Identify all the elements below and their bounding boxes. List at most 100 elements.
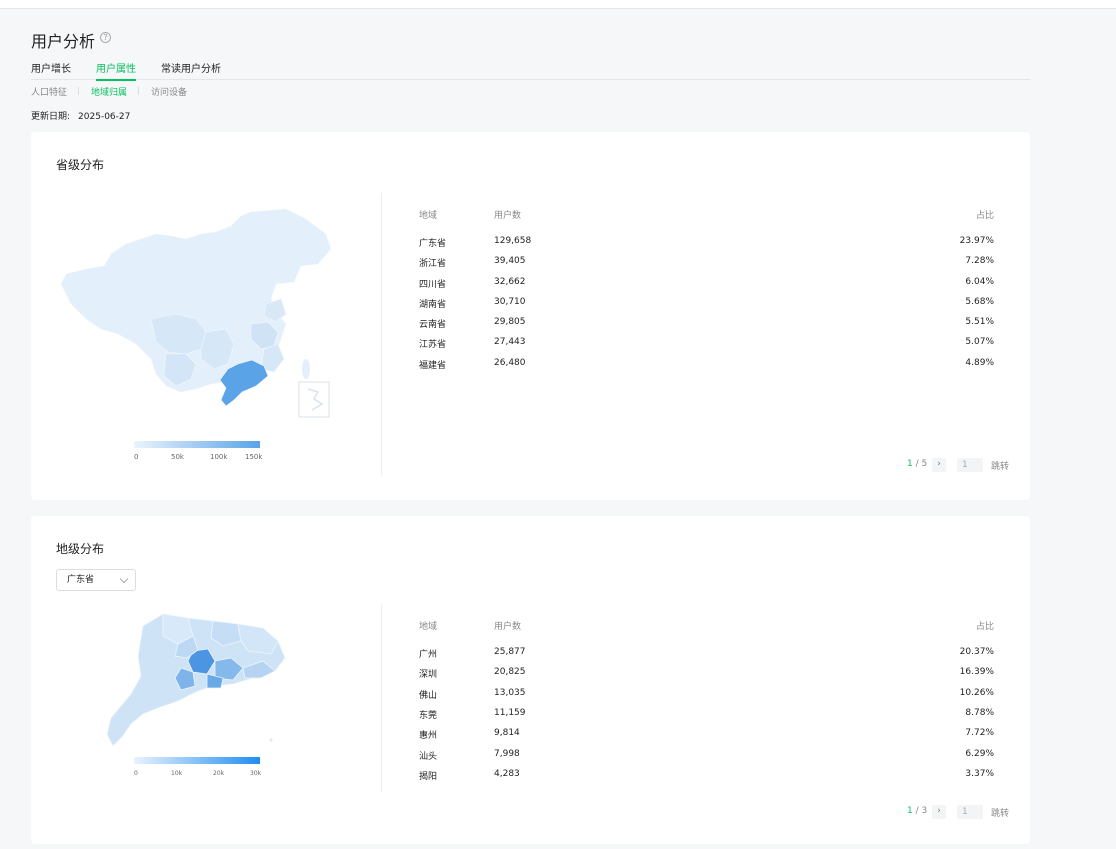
city-title: 地级分布 [56, 542, 105, 556]
table-row: 惠州 9,814 7.72% [419, 728, 994, 742]
next-page-button[interactable]: › [932, 458, 946, 472]
pct-cell: 23.97% [959, 236, 994, 246]
region-cell: 江苏省 [419, 340, 447, 350]
users-cell: 32,662 [494, 277, 526, 287]
region-cell: 佛山 [419, 691, 438, 701]
region-cell: 惠州 [419, 731, 438, 741]
city-legend-label: 0 [134, 770, 138, 777]
col-pct-header: 占比 [975, 622, 994, 632]
tab-user-growth[interactable]: 用户增长 [31, 60, 71, 80]
col-region-header: 地域 [419, 622, 438, 632]
table-row: 广州 25,877 20.37% [419, 647, 994, 661]
col-region-header: 地域 [419, 211, 438, 221]
pct-cell: 10.26% [959, 688, 994, 698]
table-row: 广东省 129,658 23.97% [419, 236, 994, 250]
china-map [60, 208, 332, 418]
current-page: 1 [907, 806, 913, 816]
page-title: 用户分析 [31, 32, 96, 51]
city-card: 地级分布 广东省 0 10k 20k 30k 地域 用户数 占比 广州 25,87… [31, 516, 1030, 844]
pct-cell: 16.39% [959, 667, 994, 677]
region-cell: 福建省 [419, 361, 447, 371]
users-cell: 27,443 [494, 337, 526, 347]
jump-button[interactable]: 跳转 [991, 459, 1009, 472]
users-cell: 26,480 [494, 358, 526, 368]
pct-cell: 8.78% [965, 708, 994, 718]
col-pct-header: 占比 [975, 211, 994, 221]
table-row: 湖南省 30,710 5.68% [419, 297, 994, 311]
users-cell: 30,710 [494, 297, 526, 307]
region-cell: 揭阳 [419, 772, 438, 782]
page-jump-input[interactable]: 1 [957, 805, 983, 819]
top-divider [0, 8, 1116, 9]
col-users-header: 用户数 [494, 211, 522, 221]
help-icon[interactable]: ? [100, 32, 111, 43]
pct-cell: 5.68% [965, 297, 994, 307]
table-row: 揭阳 4,283 3.37% [419, 769, 994, 783]
province-divider [381, 193, 382, 476]
province-legend-label: 50k [171, 453, 184, 461]
current-page: 1 [907, 459, 913, 469]
region-cell: 广东省 [419, 239, 447, 249]
province-select-value: 广东省 [67, 575, 95, 585]
subtab-divider [78, 87, 79, 95]
col-users-header: 用户数 [494, 622, 522, 632]
pct-cell: 20.37% [959, 647, 994, 657]
total-pages: 3 [921, 806, 928, 816]
province-card: 省级分布 0 50k 100k 150k 地域 用户数 占比 广东省 129,65… [31, 132, 1030, 500]
users-cell: 29,805 [494, 317, 526, 327]
table-row: 云南省 29,805 5.51% [419, 317, 994, 331]
city-divider [381, 604, 382, 792]
pct-cell: 7.28% [965, 256, 994, 266]
tab-user-attributes[interactable]: 用户属性 [96, 60, 136, 81]
province-legend-label: 0 [134, 453, 139, 461]
province-select[interactable]: 广东省 [56, 569, 136, 591]
province-title: 省级分布 [56, 158, 105, 172]
update-label: 更新日期: [31, 112, 71, 122]
province-region [302, 359, 310, 379]
pct-cell: 3.37% [965, 769, 994, 779]
city-legend-label: 10k [171, 770, 183, 777]
table-header: 地域 用户数 占比 [419, 619, 994, 633]
table-row: 四川省 32,662 6.04% [419, 277, 994, 291]
table-row: 深圳 20,825 16.39% [419, 667, 994, 681]
province-legend-bar [134, 441, 260, 448]
region-cell: 浙江省 [419, 259, 447, 269]
subtab-devices[interactable]: 访问设备 [151, 85, 187, 98]
chevron-down-icon [119, 574, 129, 584]
table-row: 江苏省 27,443 5.07% [419, 337, 994, 351]
users-cell: 4,283 [494, 769, 520, 779]
table-row: 浙江省 39,405 7.28% [419, 256, 994, 270]
city-legend-label: 30k [250, 770, 262, 777]
users-cell: 39,405 [494, 256, 526, 266]
region-cell: 广州 [419, 650, 438, 660]
users-cell: 9,814 [494, 728, 520, 738]
page-jump-input[interactable]: 1 [957, 458, 983, 472]
region-cell: 湖南省 [419, 300, 447, 310]
top-bar [0, 0, 1116, 8]
pct-cell: 5.07% [965, 337, 994, 347]
guangdong-map [106, 613, 286, 747]
page-indicator: 1 / 3 [907, 806, 928, 816]
city-legend-label: 20k [213, 770, 225, 777]
city-legend-bar [134, 757, 260, 764]
region-cell: 四川省 [419, 280, 447, 290]
users-cell: 25,877 [494, 647, 526, 657]
south-sea-islands [307, 388, 324, 411]
update-date: 更新日期: 2025-06-27 [31, 109, 130, 122]
subtab-region[interactable]: 地域归属 [91, 85, 127, 98]
table-row: 汕头 7,998 6.29% [419, 749, 994, 763]
pct-cell: 7.72% [965, 728, 994, 738]
pct-cell: 5.51% [965, 317, 994, 327]
tab-bar: 用户增长 用户属性 常读用户分析 [31, 60, 1030, 81]
users-cell: 13,035 [494, 688, 526, 698]
next-page-button[interactable]: › [932, 805, 946, 819]
users-cell: 11,159 [494, 708, 526, 718]
island [269, 738, 273, 742]
update-date-value: 2025-06-27 [78, 112, 131, 122]
tab-frequent-readers[interactable]: 常读用户分析 [161, 60, 221, 80]
jump-button[interactable]: 跳转 [991, 806, 1009, 819]
region-cell: 汕头 [419, 752, 438, 762]
subtab-demographics[interactable]: 人口特征 [31, 85, 67, 98]
users-cell: 20,825 [494, 667, 526, 677]
pct-cell: 6.29% [965, 749, 994, 759]
